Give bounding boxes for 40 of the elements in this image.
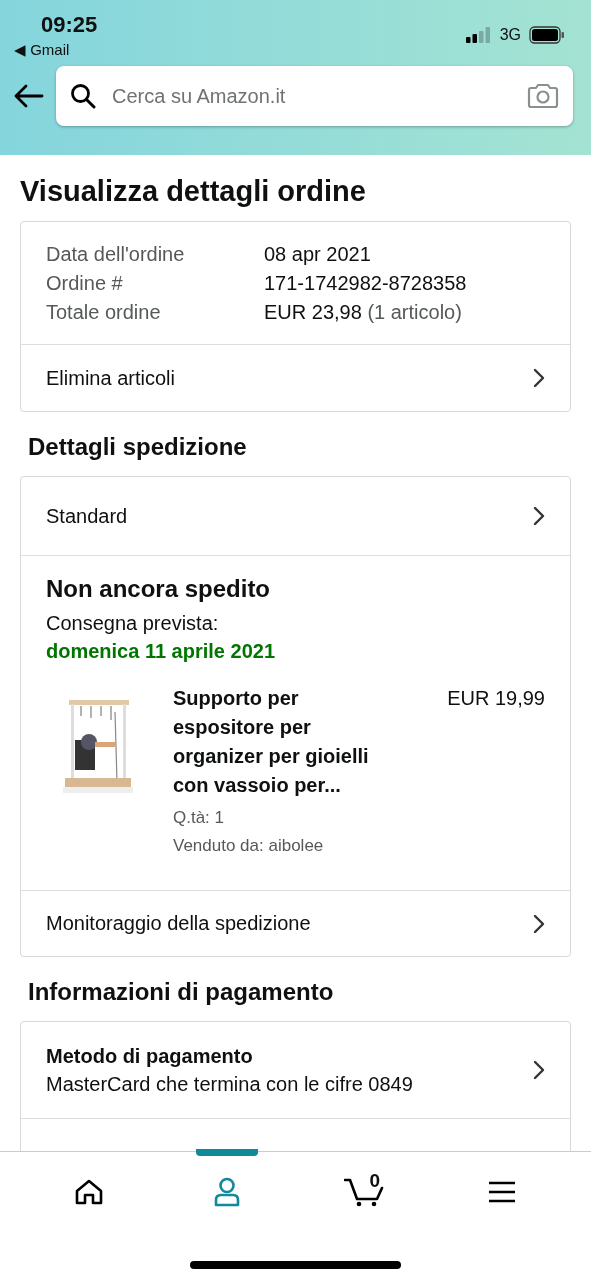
cart-count: 0 bbox=[369, 1171, 380, 1191]
section-heading: Informazioni di pagamento bbox=[28, 977, 335, 1007]
product-price: EUR 19,99 bbox=[447, 686, 545, 711]
product-title[interactable]: Supporto per espositore per organizer per gioielli con vassoio per... bbox=[173, 684, 395, 800]
search-field[interactable]: Cerca su Amazon.it bbox=[110, 83, 513, 109]
tab-bar-item[interactable]: 0 bbox=[324, 1152, 405, 1232]
section-heading: Dettagli spedizione bbox=[28, 432, 248, 462]
person-icon bbox=[212, 1177, 241, 1207]
summary-label: Totale ordine bbox=[46, 300, 162, 325]
product-seller: Venduto da: aibolee bbox=[173, 835, 325, 857]
shipment-status: Non ancora spedito bbox=[46, 574, 272, 604]
back-to-app-link[interactable]: ◀ Gmail bbox=[14, 40, 70, 60]
delivery-label: Consegna prevista: bbox=[46, 611, 220, 636]
delivery-date: domenica 11 aprile 2021 bbox=[46, 639, 277, 664]
tracking-link[interactable]: Monitoraggio della spedizione bbox=[46, 912, 311, 935]
signal-icon bbox=[465, 27, 492, 43]
summary-value: EUR 23,98 (1 articolo) bbox=[264, 300, 462, 325]
page-title: Visualizza dettagli ordine bbox=[20, 174, 367, 208]
camera-icon[interactable] bbox=[527, 83, 559, 109]
shipping-method-link[interactable]: Standard bbox=[46, 504, 128, 528]
battery-icon bbox=[529, 26, 565, 44]
summary-value: 08 apr 2021 bbox=[264, 242, 371, 267]
back-arrow-icon[interactable] bbox=[12, 83, 44, 109]
network-type: 3G bbox=[499, 26, 521, 44]
summary-label: Data dell'ordine bbox=[46, 242, 186, 267]
search-icon bbox=[70, 83, 96, 109]
payment-method-label: Metodo di pagamento bbox=[46, 1044, 254, 1069]
menu-icon bbox=[488, 1181, 517, 1203]
home-icon bbox=[74, 1179, 103, 1205]
payment-method-value: MasterCard che termina con le cifre 0849 bbox=[46, 1072, 413, 1097]
summary-label: Ordine # bbox=[46, 271, 124, 296]
chevron-right-icon bbox=[532, 1059, 546, 1081]
chevron-right-icon bbox=[532, 505, 546, 527]
summary-value: 171-1742982-8728358 bbox=[264, 271, 467, 296]
status-time: 09:25 bbox=[41, 12, 98, 38]
chevron-right-icon bbox=[532, 912, 546, 935]
remove-items-link[interactable]: Elimina articoli bbox=[46, 366, 175, 390]
chevron-right-icon bbox=[532, 367, 546, 389]
product-quantity: Q.tà: 1 bbox=[173, 807, 226, 829]
search-bar[interactable]: Cerca su Amazon.it bbox=[56, 66, 573, 126]
